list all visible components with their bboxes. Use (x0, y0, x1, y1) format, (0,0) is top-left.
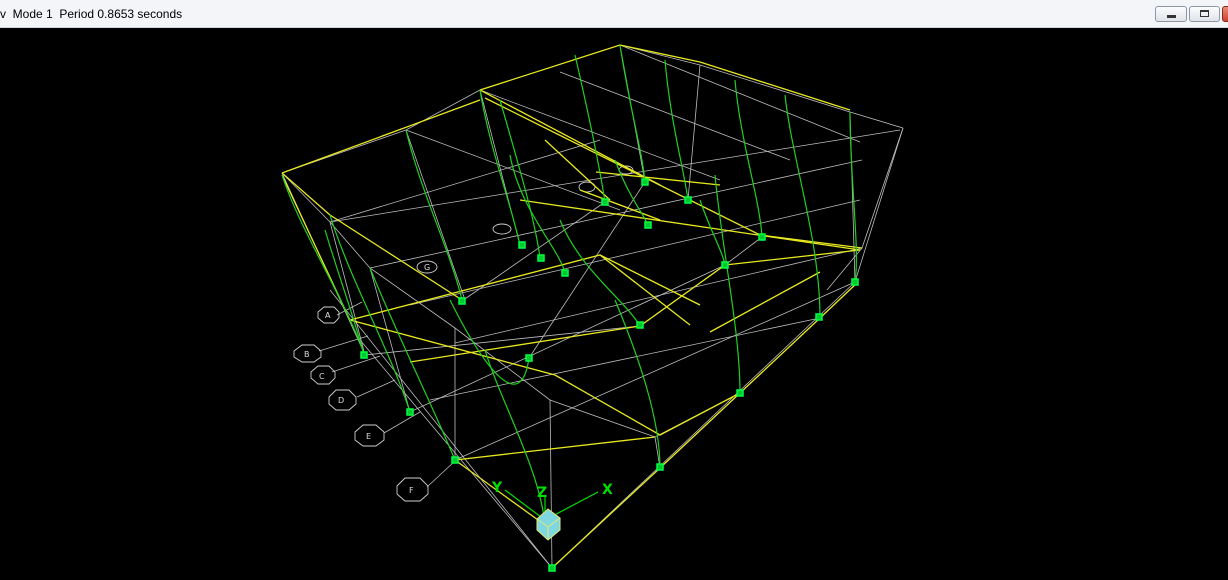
deformed-beams (281, 44, 863, 569)
support-node (851, 278, 859, 286)
maximize-button[interactable] (1189, 6, 1220, 22)
deformed-columns (281, 44, 857, 526)
grid-bubble-label: F (409, 486, 414, 495)
grid-bubbles (293, 165, 634, 502)
minimize-button[interactable] (1155, 6, 1187, 22)
model-3d-view[interactable]: A B C D E F G X Y Z (0, 28, 1228, 580)
support-node (360, 351, 368, 359)
window-title: v Mode 1 Period 0.8653 seconds (0, 7, 183, 21)
support-node (641, 178, 649, 186)
support-node (684, 196, 692, 204)
close-button[interactable] (1222, 6, 1228, 22)
grid-bubble-label: G (424, 263, 430, 272)
grid-bubble-label: E (366, 432, 371, 441)
z-axis-label: Z (537, 485, 547, 501)
support-node (518, 241, 526, 249)
title-bar: v Mode 1 Period 0.8653 seconds (0, 0, 1228, 28)
minimize-icon (1167, 15, 1176, 18)
support-node (636, 321, 644, 329)
grid-bubble-label: D (338, 396, 344, 405)
y-axis-label: Y (491, 480, 503, 496)
axis-indicator: X Y Z (491, 480, 613, 541)
support-node (758, 233, 766, 241)
support-node (525, 354, 533, 362)
support-node (721, 261, 729, 269)
support-node (537, 254, 545, 262)
support-node (644, 221, 652, 229)
grid-bubble-label: A (325, 311, 331, 320)
support-node (406, 408, 414, 416)
support-node (451, 456, 459, 464)
support-node (656, 463, 664, 471)
structure-drawing: A B C D E F G X Y Z (281, 44, 904, 572)
support-node (458, 297, 466, 305)
support-node (815, 313, 823, 321)
support-node (736, 389, 744, 397)
support-node (561, 269, 569, 277)
grid-bubble-label: C (319, 372, 325, 381)
x-axis-label: X (602, 482, 613, 498)
grid-bubble-label: B (304, 350, 310, 359)
grid-bubble (492, 223, 512, 235)
maximize-icon (1200, 10, 1209, 17)
support-node (601, 198, 609, 206)
support-node (548, 564, 556, 572)
undeformed-frame (281, 44, 904, 569)
